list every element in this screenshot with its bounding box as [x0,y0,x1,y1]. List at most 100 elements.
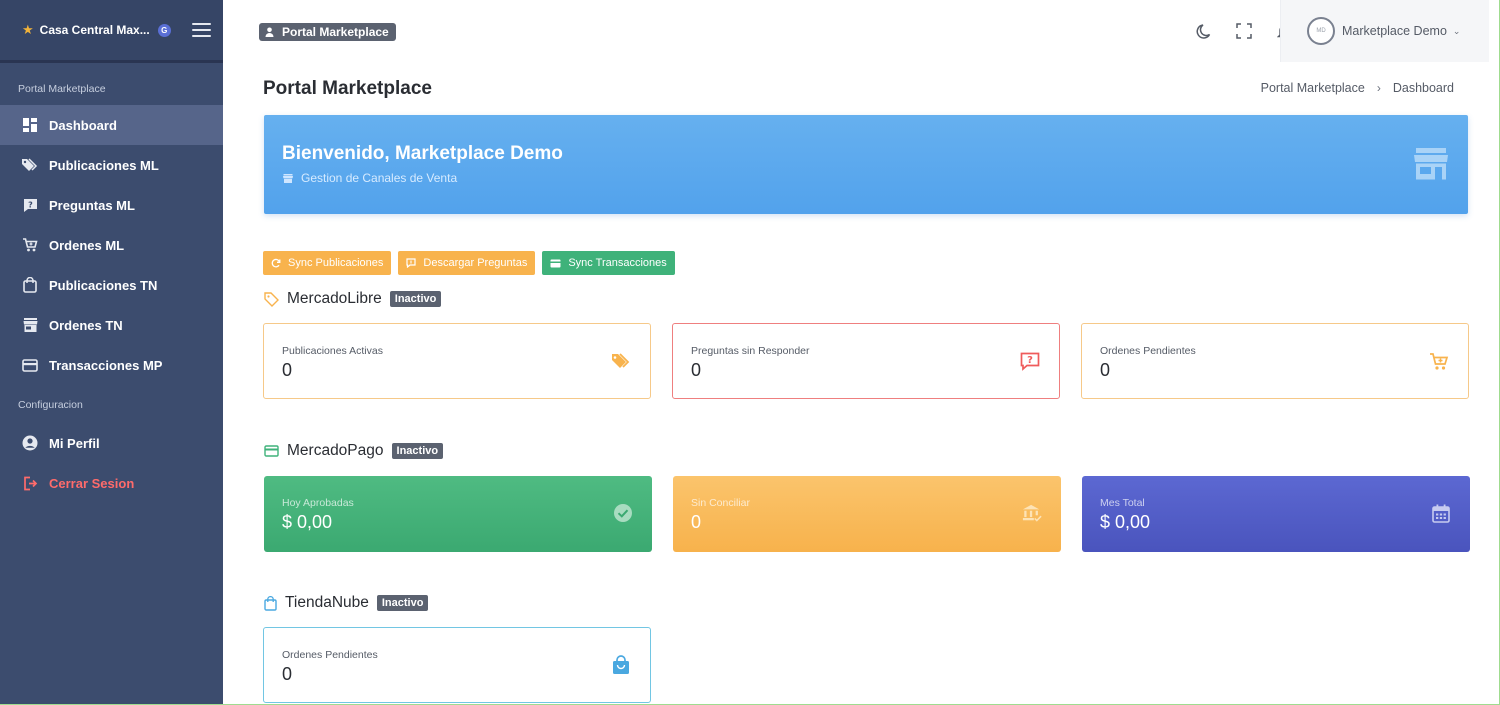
status-badge: Inactivo [389,291,442,307]
card-label: Sin Conciliar [691,497,750,509]
sidebar-item-label: Mi Perfil [49,435,100,451]
user-menu[interactable]: MD Marketplace Demo ⌄ [1280,0,1489,62]
sync-publicaciones-button[interactable]: Sync Publicaciones [263,251,392,275]
sidebar-item-label: Ordenes ML [49,237,125,253]
sidebar-section-portal: Portal Marketplace [18,83,106,95]
sidebar-item-publicaciones-ml[interactable]: Publicaciones ML [0,145,223,185]
card-ordenes-pendientes-ml[interactable]: Ordenes Pendientes 0 [1081,323,1469,399]
button-label: Sync Publicaciones [288,257,384,269]
bag-icon [22,277,38,293]
user-circle-icon [22,435,38,451]
sidebar-item-preguntas-ml[interactable]: ? Preguntas ML [0,185,223,225]
sidebar-item-cerrar-sesion[interactable]: Cerrar Sesion [0,463,223,503]
sidebar-item-dashboard[interactable]: Dashboard [0,105,223,145]
sidebar-section-config: Configuracion [18,399,83,411]
portal-chip-label: Portal Marketplace [282,25,389,39]
descargar-preguntas-button[interactable]: Descargar Preguntas [398,251,536,275]
section-title: MercadoLibre [287,290,382,307]
sidebar-header: ★ Casa Central Max... G [0,0,223,63]
card-value: $ 0,00 [282,512,333,532]
store-icon [283,173,293,183]
check-circle-icon [613,503,633,523]
comment-icon [406,258,416,268]
calendar-icon [1431,503,1451,523]
sidebar-item-label: Publicaciones TN [49,277,158,293]
cart-icon [22,237,38,253]
bag-icon [264,595,277,611]
cart-icon [1429,351,1449,371]
breadcrumb-current: Dashboard [1392,81,1454,95]
card-label: Publicaciones Activas [282,345,383,357]
card-hoy-aprobadas[interactable]: Hoy Aprobadas $ 0,00 [264,476,652,552]
star-icon: ★ [22,22,34,37]
sidebar-item-publicaciones-tn[interactable]: Publicaciones TN [0,265,223,305]
sidebar-item-label: Preguntas ML [49,197,135,213]
sync-transacciones-button[interactable]: Sync Transacciones [542,251,675,275]
section-mercadolibre: MercadoLibre Inactivo [264,290,442,308]
banner-subtitle-text: Gestion de Canales de Venta [301,171,458,185]
banner-subtitle: Gestion de Canales de Venta [283,171,457,185]
question-icon: ? [22,197,38,213]
shopping-bag-icon [611,655,631,675]
tag-icon [264,291,279,307]
store-icon [1414,148,1448,185]
card-icon [264,445,279,457]
card-icon [22,357,38,373]
card-publicaciones-activas[interactable]: Publicaciones Activas 0 [263,323,651,399]
banner-title: Bienvenido, Marketplace Demo [282,143,563,164]
dashboard-icon [22,117,38,133]
tags-icon [611,351,631,371]
store-icon [22,317,38,333]
card-value: 0 [282,360,293,380]
sidebar-item-mi-perfil[interactable]: Mi Perfil [0,423,223,463]
sidebar-item-transacciones-mp[interactable]: Transacciones MP [0,345,223,385]
question-icon: ? [1020,351,1040,371]
user-name: Marketplace Demo [1342,24,1447,38]
status-badge: Inactivo [376,595,429,611]
button-label: Descargar Preguntas [423,257,528,269]
card-label: Ordenes Pendientes [282,649,378,661]
sidebar-item-ordenes-tn[interactable]: Ordenes TN [0,305,223,345]
topbar: Portal Marketplace MD Marketplace Demo ⌄ [223,0,1500,62]
section-mercadopago: MercadoPago Inactivo [264,442,444,460]
action-buttons: Sync Publicaciones Descargar Preguntas S… [263,251,675,275]
card-value: $ 0,00 [1100,512,1151,532]
moon-icon[interactable] [1195,22,1213,40]
avatar: MD [1307,17,1335,45]
card-label: Mes Total [1100,497,1145,509]
logout-icon [22,475,38,491]
card-label: Ordenes Pendientes [1100,345,1196,357]
chevron-down-icon: ⌄ [1452,25,1461,36]
card-value: 0 [691,360,702,380]
breadcrumb-link[interactable]: Portal Marketplace [1261,81,1365,95]
bank-check-icon [1022,503,1042,523]
card-mes-total[interactable]: Mes Total $ 0,00 [1082,476,1470,552]
card-label: Preguntas sin Responder [691,345,810,357]
page-title: Portal Marketplace [263,78,432,99]
brand[interactable]: ★ Casa Central Max... G [22,22,171,38]
status-badge: Inactivo [391,443,444,459]
card-value: 0 [691,512,702,532]
chevron-right-icon: › [1376,81,1381,95]
sidebar-item-label: Transacciones MP [49,357,163,373]
section-tiendanube: TiendaNube Inactivo [264,594,429,612]
card-label: Hoy Aprobadas [282,497,354,509]
sidebar-item-label: Cerrar Sesion [49,475,135,491]
fullscreen-icon[interactable] [1235,22,1253,40]
brand-name: Casa Central Max... [39,23,150,37]
welcome-banner: Bienvenido, Marketplace Demo Gestion de … [264,115,1468,214]
card-sin-conciliar[interactable]: Sin Conciliar 0 [673,476,1061,552]
card-value: 0 [1100,360,1111,380]
card-ordenes-pendientes-tn[interactable]: Ordenes Pendientes 0 [263,627,651,703]
svg-text:?: ? [1027,355,1033,366]
portal-chip[interactable]: Portal Marketplace [259,23,396,41]
card-preguntas-sin-responder[interactable]: Preguntas sin Responder 0 ? [672,323,1060,399]
hamburger-menu-icon[interactable] [192,23,211,37]
button-label: Sync Transacciones [568,257,667,269]
sidebar-item-ordenes-ml[interactable]: Ordenes ML [0,225,223,265]
sidebar-item-label: Ordenes TN [49,317,123,333]
sidebar: ★ Casa Central Max... G Portal Marketpla… [0,0,223,705]
svg-text:?: ? [28,200,33,209]
section-title: TiendaNube [285,594,369,611]
user-icon [265,27,274,37]
